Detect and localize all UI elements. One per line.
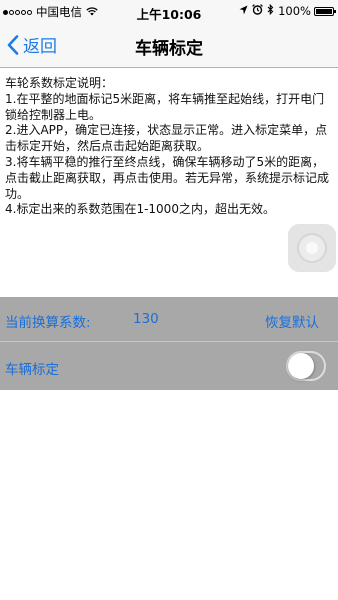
- calibration-instructions: 车轮系数标定说明： 1.在平整的地面标记5米距离，将车辆推至起始线，打开电门锁给…: [5, 76, 333, 218]
- restore-default-button[interactable]: 恢复默认: [265, 311, 319, 331]
- assistive-touch-icon: [297, 233, 327, 263]
- toggle-knob: [288, 353, 314, 379]
- instruction-step-1: 1.在平整的地面标记5米距离，将车辆推至起始线，打开电门锁给控制器上电。: [5, 91, 325, 122]
- instructions-heading: 车轮系数标定说明：: [5, 76, 114, 90]
- battery-icon: [314, 6, 336, 16]
- navigation-bar: 返回 车辆标定: [0, 22, 338, 68]
- alarm-icon: [252, 4, 263, 18]
- battery-percent: 100%: [278, 4, 311, 18]
- coefficient-value: 130: [133, 311, 159, 327]
- instruction-step-2: 2.进入APP，确定已连接，状态显示正常。进入标定菜单，点击标定开始，然后点击起…: [5, 123, 328, 154]
- assistive-touch-button[interactable]: [288, 224, 336, 272]
- status-bar: 中国电信 上午10:06 100%: [0, 0, 338, 22]
- coefficient-row: 当前换算系数: 130 恢复默认: [0, 297, 338, 341]
- page-title: 车辆标定: [135, 39, 203, 59]
- location-icon: [239, 4, 248, 18]
- instruction-step-3: 3.将车辆平稳的推行至终点线，确保车辆移动了5米的距离，点击截止距离获取，再点击…: [5, 154, 330, 201]
- coefficient-label: 当前换算系数:: [5, 315, 91, 331]
- calibration-row: 车辆标定: [0, 342, 338, 390]
- calibration-label: 车辆标定: [5, 362, 59, 378]
- instruction-step-4: 4.标定出来的系数范围在1-1000之内，超出无效。: [5, 202, 275, 217]
- status-right: 100%: [239, 3, 336, 18]
- calibration-toggle[interactable]: [286, 351, 326, 381]
- bluetooth-icon: [267, 3, 274, 18]
